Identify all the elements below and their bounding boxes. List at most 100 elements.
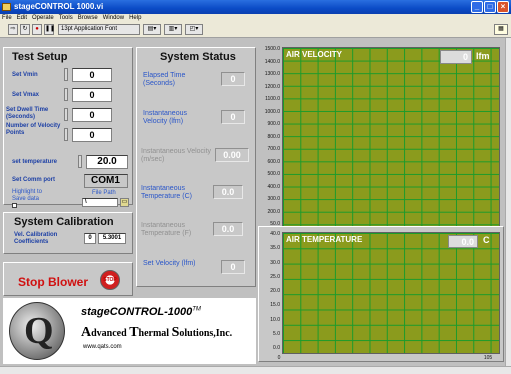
vmax-input[interactable]: 0 xyxy=(72,88,112,102)
y-tick-label: 1100.0 xyxy=(265,96,280,102)
maximize-button[interactable]: □ xyxy=(484,1,496,13)
velocity-chart-title: AIR VELOCITY xyxy=(286,50,343,59)
menu-help[interactable]: Help xyxy=(129,14,141,23)
abort-icon[interactable]: ● xyxy=(32,24,42,35)
inst-temp-c-label: Instantaneous Temperature (C) xyxy=(141,185,192,200)
y-tick-label: 1300.0 xyxy=(264,71,280,77)
pause-icon[interactable]: ❚❚ xyxy=(44,24,55,35)
set-velocity-value: 0 xyxy=(221,260,245,274)
calibration-index[interactable]: 0 xyxy=(84,233,96,244)
temperature-x-max: 105 xyxy=(483,355,493,361)
temperature-plot-area xyxy=(282,232,500,354)
y-tick-label: 900.0 xyxy=(267,121,280,127)
test-setup-panel: Test Setup Set Vmin 0 Set Vmax 0 Set Dwe… xyxy=(3,47,133,208)
file-path-input[interactable]: \ xyxy=(82,198,118,207)
y-tick-label: 1400.0 xyxy=(264,58,280,65)
points-input[interactable]: 0 xyxy=(72,128,112,142)
inst-velocity-label: Instantaneous Velocity (lfm) xyxy=(143,110,187,125)
front-panel: Test Setup Set Vmin 0 Set Vmax 0 Set Dwe… xyxy=(0,38,505,366)
align-icon[interactable]: ▤▾ xyxy=(143,24,161,35)
temperature-unit: C xyxy=(483,235,490,245)
y-tick-label: 1000.0 xyxy=(264,108,280,115)
y-tick-label: 1200.0 xyxy=(264,83,280,90)
vmin-label: Set Vmin xyxy=(12,72,38,78)
y-tick-label: 25.0 xyxy=(270,273,280,280)
system-status-title: System Status xyxy=(160,51,236,63)
toolbar: ⇨ ↻ ● ❚❚ 13pt Application Font ▤▾ ▥▾ ◰▾ … xyxy=(0,23,511,38)
app-icon xyxy=(2,3,11,11)
temperature-input[interactable]: 20.0 xyxy=(86,155,128,169)
comm-port-select[interactable]: COM1 xyxy=(84,174,128,188)
y-tick-label: 30.0 xyxy=(270,259,280,266)
file-path-label: File Path xyxy=(92,190,116,196)
velocity-value: 0 xyxy=(440,50,472,64)
y-tick-label: 40.0 xyxy=(270,231,280,237)
calibration-label: Vel. Calibration Coefficients xyxy=(14,232,58,245)
stop-panel: Stop Blower STOP xyxy=(3,262,133,296)
menu-operate[interactable]: Operate xyxy=(32,14,54,23)
dwell-input[interactable]: 0 xyxy=(72,108,112,122)
y-tick-label: 15.0 xyxy=(270,302,280,309)
velocity-unit: lfm xyxy=(476,51,490,61)
reorder-icon[interactable]: ◰▾ xyxy=(185,24,203,35)
vmax-stepper[interactable] xyxy=(64,88,68,101)
save-data-checkbox[interactable] xyxy=(12,203,17,208)
vmin-input[interactable]: 0 xyxy=(72,68,112,82)
vmin-stepper[interactable] xyxy=(64,68,68,81)
calibration-title: System Calibration xyxy=(14,216,114,228)
menu-edit[interactable]: Edit xyxy=(17,14,27,23)
y-tick-label: 1500.0 xyxy=(264,46,280,52)
vi-icon: ▦ xyxy=(494,24,508,35)
elapsed-time-label: Elapsed Time (Seconds) xyxy=(143,72,186,87)
temperature-label: set temperature xyxy=(12,159,58,165)
y-tick-label: 35.0 xyxy=(270,245,280,252)
menu-tools[interactable]: Tools xyxy=(59,14,73,23)
stop-button[interactable]: STOP xyxy=(100,270,120,290)
y-tick-label: 600.0 xyxy=(267,158,280,165)
menu-browse[interactable]: Browse xyxy=(78,14,98,23)
company-url: www.qats.com xyxy=(83,344,122,350)
inst-velocity-value: 0 xyxy=(221,110,245,124)
dwell-stepper[interactable] xyxy=(64,108,68,121)
menu-file[interactable]: File xyxy=(2,14,12,23)
distribute-icon[interactable]: ▥▾ xyxy=(164,24,182,35)
dwell-label: Set Dwell Time (Seconds) xyxy=(6,107,49,120)
elapsed-time-value: 0 xyxy=(221,72,245,86)
menu-bar: File Edit Operate Tools Browse Window He… xyxy=(0,14,511,23)
calibration-panel: System Calibration Vel. Calibration Coef… xyxy=(3,212,133,254)
qats-logo: Q xyxy=(9,302,65,360)
temperature-x-min: 0 xyxy=(277,355,281,361)
inst-temp-c-value: 0.0 xyxy=(213,185,243,199)
points-stepper[interactable] xyxy=(64,128,68,141)
close-button[interactable]: × xyxy=(497,1,509,13)
y-tick-label: 0.0 xyxy=(273,345,280,351)
calibration-value[interactable]: 5.3001 xyxy=(98,233,126,244)
test-setup-title: Test Setup xyxy=(12,51,68,63)
velocity-plot-area xyxy=(282,47,500,228)
set-velocity-label: Set Velocity (lfm) xyxy=(143,260,196,267)
window-title-bar: stageCONTROL 1000.vi _ □ × xyxy=(0,0,511,14)
horizontal-scrollbar[interactable] xyxy=(0,366,511,374)
logo-area: Q stageCONTROL-1000TM Advanced Thermal S… xyxy=(3,298,256,364)
browse-folder-icon[interactable]: ▭ xyxy=(120,198,129,207)
inst-velocity-ms-value: 0.00 xyxy=(215,148,249,162)
comm-port-label: Set Comm port xyxy=(12,177,56,183)
run-continuous-icon[interactable]: ↻ xyxy=(20,24,30,35)
y-tick-label: 800.0 xyxy=(267,133,280,140)
stop-blower-label: Stop Blower xyxy=(18,275,89,289)
product-name: stageCONTROL-1000TM xyxy=(81,306,201,318)
minimize-button[interactable]: _ xyxy=(471,1,483,13)
y-tick-label: 300.0 xyxy=(267,196,280,202)
y-tick-label: 700.0 xyxy=(267,146,280,152)
menu-window[interactable]: Window xyxy=(103,14,124,23)
y-tick-label: 500.0 xyxy=(267,171,280,177)
highlight-save-label: Highlight to Save data xyxy=(12,189,43,202)
vertical-scrollbar[interactable] xyxy=(505,38,511,366)
inst-temp-f-label: Instantaneous Temperature (F) xyxy=(141,222,192,237)
font-selector[interactable]: 13pt Application Font xyxy=(58,24,140,35)
temperature-stepper[interactable] xyxy=(78,155,82,168)
run-arrow-icon[interactable]: ⇨ xyxy=(8,24,18,35)
inst-temp-f-value: 0.0 xyxy=(213,222,243,236)
y-tick-label: 10.0 xyxy=(270,316,280,323)
system-status-panel: System Status Elapsed Time (Seconds) 0 I… xyxy=(136,47,256,287)
